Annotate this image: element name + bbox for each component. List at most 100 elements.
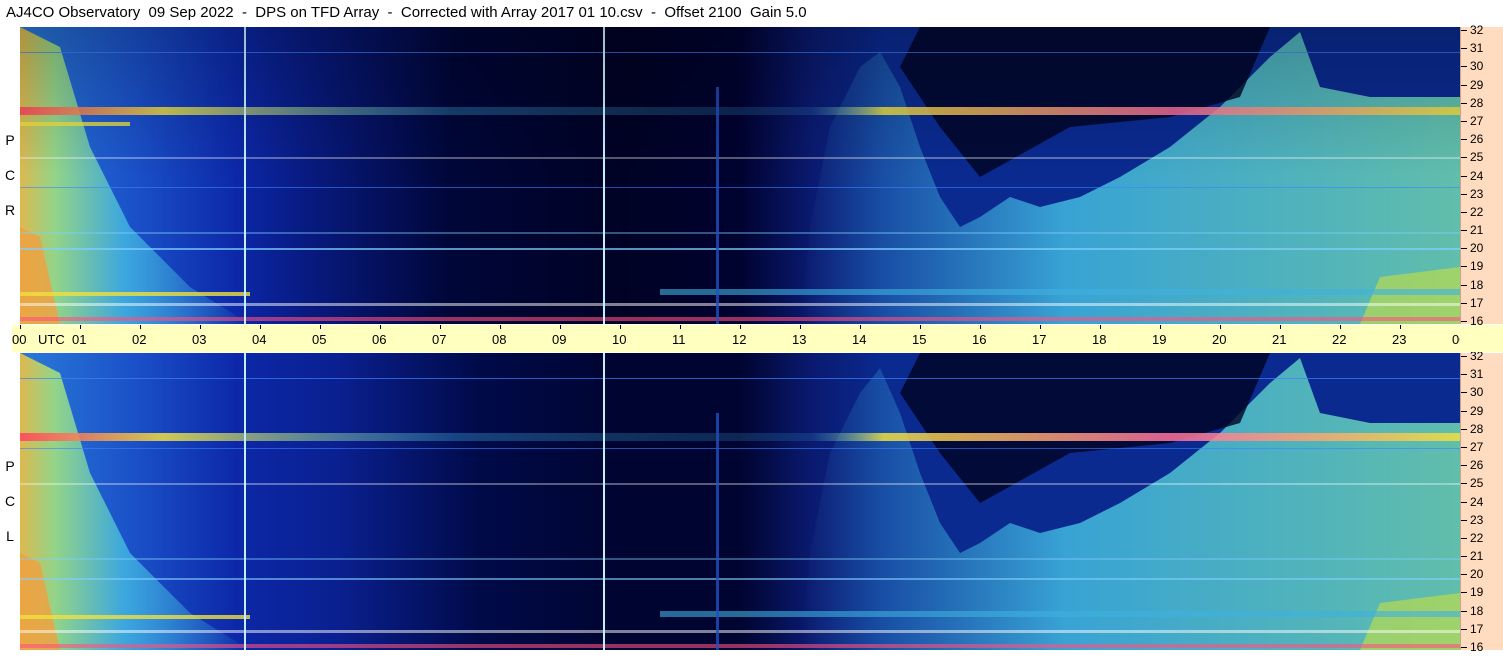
frequency-tick [1461,392,1467,393]
spectrogram-lcp [20,353,1460,650]
frequency-label: 26 [1470,458,1484,472]
time-tick [20,325,21,329]
time-label: 21 [1272,332,1287,347]
frequency-tick [1461,374,1467,375]
time-label: 02 [132,332,147,347]
frequency-label: 29 [1470,404,1484,418]
frequency-tick [1461,212,1467,213]
time-label: 18 [1092,332,1107,347]
time-tick [380,325,381,329]
frequency-tick [1461,611,1467,612]
time-tick [1340,325,1341,329]
frequency-axis-top: 32 31 30 29 28 27 26 25 24 23 22 21 20 19 18 17 16 [1460,23,1503,327]
time-tick [860,325,861,329]
frequency-label: 19 [1470,259,1484,273]
time-tick [980,325,981,329]
frequency-tick [1461,48,1467,49]
frequency-label: 28 [1470,96,1484,110]
pol-letter: P [5,132,15,148]
time-tick [140,325,141,329]
frequency-tick [1461,465,1467,466]
time-tick [1280,325,1281,329]
time-label: 12 [732,332,747,347]
time-label: 06 [372,332,387,347]
frequency-tick [1461,629,1467,630]
frequency-label: 24 [1470,169,1484,183]
time-label: 10 [612,332,627,347]
frequency-tick [1461,85,1467,86]
frequency-label: 22 [1470,205,1484,219]
frequency-tick [1461,230,1467,231]
frequency-label: 30 [1470,385,1484,399]
frequency-tick [1461,321,1467,322]
time-axis-unit-label: UTC [38,332,65,347]
pol-letter: P [5,458,15,474]
pol-letter: C [4,167,16,183]
time-tick [800,325,801,329]
frequency-axis-bottom: 32 31 30 29 28 27 26 25 24 23 22 21 20 19 18 17 16 [1460,350,1503,654]
frequency-tick [1461,429,1467,430]
time-label: 04 [252,332,267,347]
time-tick [620,325,621,329]
frequency-tick [1461,303,1467,304]
spectrogram-rcp [20,27,1460,324]
time-label: 03 [192,332,207,347]
time-label: 17 [1032,332,1047,347]
frequency-tick [1461,502,1467,503]
time-tick [1400,325,1401,329]
frequency-tick [1461,483,1467,484]
frequency-label: 29 [1470,78,1484,92]
frequency-label: 16 [1470,640,1484,654]
frequency-label: 30 [1470,59,1484,73]
frequency-tick [1461,411,1467,412]
frequency-tick [1461,248,1467,249]
time-tick [1220,325,1221,329]
time-label: 01 [72,332,87,347]
frequency-label: 27 [1470,114,1484,128]
time-tick [1160,325,1161,329]
frequency-tick [1461,647,1467,648]
frequency-label: 25 [1470,476,1484,490]
time-label: 13 [792,332,807,347]
frequency-tick [1461,520,1467,521]
frequency-tick [1461,66,1467,67]
frequency-label: 20 [1470,567,1484,581]
frequency-label: 23 [1470,513,1484,527]
frequency-label: 18 [1470,278,1484,292]
frequency-label: 32 [1470,23,1484,37]
time-tick [680,325,681,329]
pol-letter: C [4,493,16,509]
time-tick [920,325,921,329]
frequency-tick [1461,266,1467,267]
time-label: 08 [492,332,507,347]
frequency-label: 20 [1470,241,1484,255]
time-label: 09 [552,332,567,347]
time-tick [1040,325,1041,329]
frequency-tick [1461,285,1467,286]
frequency-label: 19 [1470,585,1484,599]
time-tick [80,325,81,329]
frequency-tick [1461,574,1467,575]
polarization-label-rcp: P C R [0,27,20,324]
time-label: 19 [1152,332,1167,347]
frequency-tick [1461,194,1467,195]
frequency-tick [1461,157,1467,158]
frequency-label: 17 [1470,622,1484,636]
frequency-tick [1461,556,1467,557]
time-tick [320,325,321,329]
frequency-tick [1461,176,1467,177]
time-label: 07 [432,332,447,347]
time-label: 11 [672,332,686,347]
frequency-label: 17 [1470,296,1484,310]
time-tick [260,325,261,329]
frequency-tick [1461,139,1467,140]
frequency-tick [1461,103,1467,104]
frequency-label: 25 [1470,150,1484,164]
frequency-label: 31 [1470,367,1484,381]
pol-letter: R [4,202,16,218]
frequency-tick [1461,356,1467,357]
spectrogram-lcp-image [20,353,1460,650]
time-tick [1100,325,1101,329]
time-tick [560,325,561,329]
frequency-tick [1461,538,1467,539]
